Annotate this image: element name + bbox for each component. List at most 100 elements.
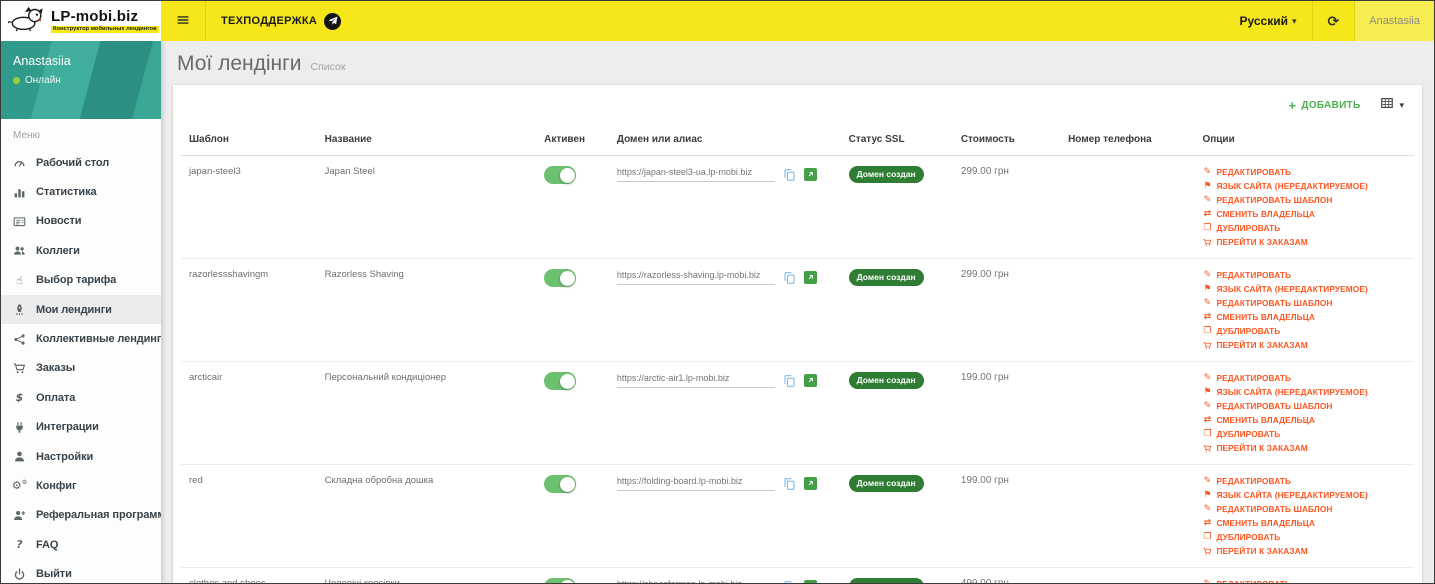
column-header: Опции: [1194, 125, 1414, 156]
option-label: РЕДАКТИРОВАТЬ: [1216, 579, 1291, 583]
language-label: Русский: [1239, 14, 1288, 28]
sidebar-item[interactable]: $ Оплата: [1, 383, 161, 412]
refresh-button[interactable]: ⟳: [1313, 1, 1355, 41]
logo[interactable]: LP-mobi.biz Конструктор мобильных лендин…: [1, 1, 161, 41]
option-edit[interactable]: ✎ РЕДАКТИРОВАТЬ: [1202, 476, 1406, 486]
table-row: japan-steel3 Japan Steel https://japan-s…: [181, 155, 1414, 259]
view-mode-dropdown[interactable]: ▾: [1380, 96, 1404, 115]
sidebar-item[interactable]: Новости: [1, 207, 161, 236]
sidebar-item[interactable]: ☝ Выбор тарифа: [1, 266, 161, 295]
option-duplicate[interactable]: ❐ ДУБЛИРОВАТЬ: [1202, 532, 1406, 542]
open-site-icon[interactable]: [803, 580, 817, 583]
option-site-language[interactable]: ⚑ ЯЗЫК САЙТА (НЕРЕДАКТИРУЕМОЕ): [1202, 387, 1406, 397]
price-cell: 199.00 грн: [952, 361, 1061, 465]
copy-domain-icon[interactable]: [783, 374, 796, 388]
support-button[interactable]: ТЕХПОДДЕРЖКА: [206, 1, 356, 41]
domain-input[interactable]: [616, 476, 775, 491]
sidebar-item-icon: [12, 362, 27, 375]
copy-domain-icon[interactable]: [783, 271, 796, 285]
sidebar-item-label: Оплата: [36, 391, 76, 404]
option-edit[interactable]: ✎ РЕДАКТИРОВАТЬ: [1202, 270, 1406, 280]
sidebar-item[interactable]: Настройки: [1, 442, 161, 471]
language-dropdown[interactable]: Русский ▾: [1224, 1, 1311, 41]
add-landing-button[interactable]: + ДОБАВИТЬ: [1289, 98, 1361, 113]
options-cell: ✎ РЕДАКТИРОВАТЬ ⚑ ЯЗЫК САЙТА (НЕРЕДАКТИРУЕ…: [1202, 475, 1406, 556]
cart-icon: [1202, 444, 1212, 453]
cart-icon: [1202, 341, 1212, 350]
sidebar-item[interactable]: Выйти: [1, 559, 161, 583]
online-status-icon: [13, 77, 20, 84]
option-label: РЕДАКТИРОВАТЬ: [1216, 475, 1292, 486]
option-label: ЯЗЫК САЙТА (НЕРЕДАКТИРУЕМОЕ): [1216, 489, 1368, 500]
sidebar-item[interactable]: Реферальная программа: [1, 501, 161, 530]
domain-input[interactable]: [616, 167, 775, 182]
open-site-icon[interactable]: [803, 271, 817, 284]
option-go-to-orders[interactable]: ПЕРЕЙТИ К ЗАКАЗАМ: [1202, 546, 1406, 556]
active-toggle[interactable]: [544, 578, 577, 583]
option-go-to-orders[interactable]: ПЕРЕЙТИ К ЗАКАЗАМ: [1202, 340, 1406, 350]
option-edit[interactable]: ✎ РЕДАКТИРОВАТЬ: [1202, 579, 1406, 583]
sidebar-item[interactable]: ? FAQ: [1, 530, 161, 559]
user-account-button[interactable]: Anastasiia: [1355, 1, 1434, 41]
menu-toggle-button[interactable]: [161, 1, 205, 41]
sidebar-item[interactable]: Рабочий стол: [1, 148, 161, 177]
option-site-language[interactable]: ⚑ ЯЗЫК САЙТА (НЕРЕДАКТИРУЕМОЕ): [1202, 284, 1406, 294]
chevron-down-icon: ▾: [1399, 100, 1404, 111]
option-edit[interactable]: ✎ РЕДАКТИРОВАТЬ: [1202, 167, 1406, 177]
domain-input[interactable]: [616, 579, 775, 583]
option-change-owner[interactable]: ⇄ СМЕНИТЬ ВЛАДЕЛЬЦА: [1202, 209, 1406, 219]
exchange-icon: ⇄: [1203, 518, 1212, 529]
option-site-language[interactable]: ⚑ ЯЗЫК САЙТА (НЕРЕДАКТИРУЕМОЕ): [1202, 181, 1406, 191]
name-cell: Складна обробна дошка: [316, 464, 537, 568]
option-edit-template[interactable]: ✎ РЕДАКТИРОВАТЬ ШАБЛОН: [1202, 504, 1406, 514]
template-cell: red: [181, 464, 317, 568]
option-duplicate[interactable]: ❐ ДУБЛИРОВАТЬ: [1202, 223, 1406, 233]
sidebar-item[interactable]: Мои лендинги: [1, 294, 161, 325]
copy-domain-icon[interactable]: [783, 168, 796, 182]
option-edit-template[interactable]: ✎ РЕДАКТИРОВАТЬ ШАБЛОН: [1202, 298, 1406, 308]
sidebar-item[interactable]: Заказы: [1, 354, 161, 383]
option-duplicate[interactable]: ❐ ДУБЛИРОВАТЬ: [1202, 326, 1406, 336]
language-icon: ⚑: [1203, 180, 1212, 191]
open-site-icon[interactable]: [803, 477, 817, 490]
option-change-owner[interactable]: ⇄ СМЕНИТЬ ВЛАДЕЛЬЦА: [1202, 415, 1406, 425]
option-go-to-orders[interactable]: ПЕРЕЙТИ К ЗАКАЗАМ: [1202, 237, 1406, 247]
active-toggle[interactable]: [544, 269, 577, 287]
active-toggle[interactable]: [544, 372, 577, 390]
open-site-icon[interactable]: [803, 168, 817, 181]
chevron-down-icon: ▾: [1291, 16, 1297, 27]
domain-input[interactable]: [616, 373, 775, 388]
open-site-icon[interactable]: [803, 374, 817, 387]
sidebar-item[interactable]: Статистика: [1, 177, 161, 206]
sidebar-item[interactable]: Коллективные лендинги: [1, 324, 161, 353]
active-toggle[interactable]: [544, 166, 577, 184]
sidebar-item-label: FAQ: [36, 538, 59, 551]
cart-icon: [1202, 547, 1212, 556]
hamburger-icon: [176, 13, 190, 30]
add-button-label: ДОБАВИТЬ: [1301, 99, 1361, 111]
sidebar-item[interactable]: Интеграции: [1, 413, 161, 442]
duplicate-icon: ❐: [1203, 532, 1212, 543]
domain-input[interactable]: [616, 270, 775, 285]
option-edit[interactable]: ✎ РЕДАКТИРОВАТЬ: [1202, 373, 1406, 383]
option-edit-template[interactable]: ✎ РЕДАКТИРОВАТЬ ШАБЛОН: [1202, 195, 1406, 205]
topbar: LP-mobi.biz Конструктор мобильных лендин…: [1, 1, 1434, 41]
option-label: ЯЗЫК САЙТА (НЕРЕДАКТИРУЕМОЕ): [1216, 283, 1368, 294]
option-change-owner[interactable]: ⇄ СМЕНИТЬ ВЛАДЕЛЬЦА: [1202, 518, 1406, 528]
option-duplicate[interactable]: ❐ ДУБЛИРОВАТЬ: [1202, 429, 1406, 439]
edit-icon: ✎: [1203, 166, 1212, 177]
sidebar-item[interactable]: ⚙⚙ Конфиг: [1, 471, 161, 500]
option-site-language[interactable]: ⚑ ЯЗЫК САЙТА (НЕРЕДАКТИРУЕМОЕ): [1202, 490, 1406, 500]
option-change-owner[interactable]: ⇄ СМЕНИТЬ ВЛАДЕЛЬЦА: [1202, 312, 1406, 322]
option-label: СМЕНИТЬ ВЛАДЕЛЬЦА: [1216, 518, 1315, 529]
sidebar-item[interactable]: Коллеги: [1, 236, 161, 265]
copy-domain-icon[interactable]: [783, 477, 796, 491]
option-edit-template[interactable]: ✎ РЕДАКТИРОВАТЬ ШАБЛОН: [1202, 401, 1406, 411]
column-header: Статус SSL: [840, 125, 953, 156]
active-toggle[interactable]: [544, 475, 577, 493]
sidebar-item-label: Статистика: [36, 186, 97, 199]
copy-domain-icon[interactable]: [783, 580, 796, 583]
ssl-status-badge: Домен создан: [848, 475, 924, 492]
option-go-to-orders[interactable]: ПЕРЕЙТИ К ЗАКАЗАМ: [1202, 443, 1406, 453]
sidebar-item-label: Заказы: [36, 362, 76, 375]
